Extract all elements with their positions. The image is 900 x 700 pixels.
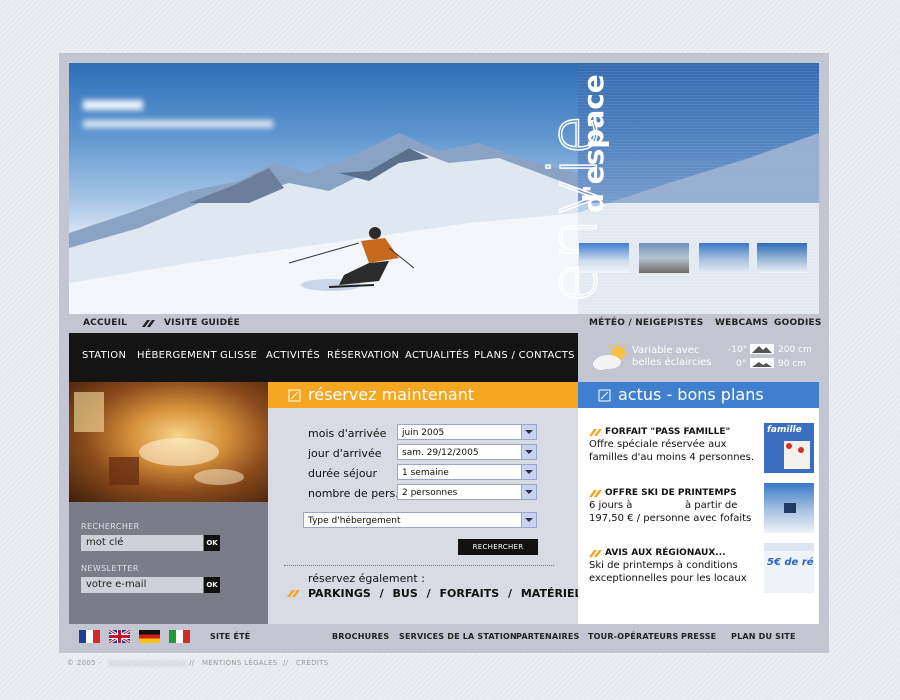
also-reserve-label: réservez également : bbox=[308, 572, 425, 585]
footer-tour-operateurs[interactable]: TOUR-OPÉRATEURS bbox=[588, 632, 678, 641]
arrow-icon bbox=[589, 550, 602, 557]
weather-widget[interactable]: Variable avec belles éclaircies -10° 0° … bbox=[578, 333, 819, 382]
temp-high: -10° bbox=[728, 345, 748, 355]
mainnav-activites[interactable]: ACTIVITÉS bbox=[266, 350, 320, 361]
temp-low: 0° bbox=[736, 359, 747, 369]
chevron-down-icon bbox=[521, 465, 536, 479]
newsletter-label: NEWSLETTER bbox=[81, 564, 139, 573]
select-mois-arrivee[interactable]: juin 2005 bbox=[397, 424, 537, 440]
hero-thumb-1[interactable] bbox=[579, 243, 629, 273]
news-title-regionaux[interactable]: AVIS AUX RÉGIONAUX... bbox=[605, 548, 726, 558]
flag-uk-icon[interactable] bbox=[109, 630, 130, 643]
mountain-high-icon bbox=[750, 344, 774, 354]
label-duree-sejour: durée séjour bbox=[308, 467, 378, 480]
reservation-header-icon bbox=[288, 389, 301, 402]
search-input[interactable]: mot clé bbox=[81, 535, 203, 551]
newsletter-ok-button[interactable]: OK bbox=[204, 577, 220, 593]
news-title-ski-printemps[interactable]: OFFRE SKI DE PRINTEMPS bbox=[605, 488, 737, 498]
mainnav-actualites[interactable]: ACTUALITÉS bbox=[405, 350, 469, 361]
mainnav-glisse[interactable]: GLISSE bbox=[220, 350, 257, 361]
nav-visite-guidee[interactable]: VISITE GUIDÉE bbox=[164, 318, 240, 328]
news-text-ski-printemps: 6 jours àà partir de 197,50 € / personne… bbox=[589, 500, 752, 524]
flag-de-icon[interactable] bbox=[139, 630, 160, 643]
label-nombre-pers: nombre de pers. bbox=[308, 487, 399, 500]
nav-goodies[interactable]: GOODIES bbox=[774, 318, 822, 328]
snow-low: 90 cm bbox=[778, 359, 807, 369]
news-text-pass-famille: Offre spéciale réservée aux familles d'a… bbox=[589, 439, 755, 463]
link-bus[interactable]: BUS bbox=[393, 587, 418, 600]
hero-slogan-panel bbox=[578, 63, 819, 314]
link-materiel[interactable]: MATÉRIEL bbox=[521, 587, 582, 600]
chevron-down-icon bbox=[521, 425, 536, 439]
arrow-icon bbox=[589, 490, 602, 497]
news-image-ski-printemps[interactable] bbox=[764, 483, 814, 533]
select-nombre-pers[interactable]: 2 personnes bbox=[397, 484, 537, 500]
chevron-down-icon bbox=[521, 445, 536, 459]
also-reserve-links: PARKINGS / BUS / FORFAITS / MATÉRIEL bbox=[308, 587, 582, 600]
mainnav-station[interactable]: STATION bbox=[82, 350, 126, 361]
label-jour-arrivee: jour d'arrivée bbox=[308, 447, 382, 460]
top-nav: ACCUEIL VISITE GUIDÉE MÉTÉO / NEIGE PIST… bbox=[69, 314, 822, 333]
arrow-icon bbox=[589, 429, 602, 436]
select-jour-arrivee[interactable]: sam. 29/12/2005 bbox=[397, 444, 537, 460]
weather-description: Variable avec belles éclaircies bbox=[632, 345, 712, 368]
chevron-down-icon bbox=[521, 485, 536, 499]
arrow-icon bbox=[287, 590, 300, 597]
link-credits[interactable]: CRÉDITS bbox=[296, 659, 328, 667]
reservation-search-button[interactable]: RECHERCHER bbox=[458, 539, 538, 555]
flag-fr-icon[interactable] bbox=[79, 630, 100, 643]
select-duree-sejour[interactable]: 1 semaine bbox=[397, 464, 537, 480]
snow-high: 200 cm bbox=[778, 345, 812, 355]
footer-site-ete[interactable]: SITE ÉTÉ bbox=[210, 632, 250, 641]
copyright: © 2005 - bbox=[67, 659, 102, 667]
mountain-low-icon bbox=[750, 358, 774, 368]
mainnav-hebergement[interactable]: HÉBERGEMENT bbox=[137, 350, 217, 361]
news-image-regionaux[interactable]: 5€ de rédu bbox=[764, 543, 814, 593]
link-forfaits[interactable]: FORFAITS bbox=[440, 587, 500, 600]
hero-banner: envie d'espace bbox=[69, 63, 819, 314]
actus-header-icon bbox=[598, 389, 611, 402]
mainnav-plans-contacts[interactable]: PLANS / CONTACTS bbox=[474, 350, 575, 361]
station-logo[interactable] bbox=[83, 100, 273, 140]
guided-tour-icon bbox=[142, 320, 155, 327]
mainnav-reservation[interactable]: RÉSERVATION bbox=[327, 350, 399, 361]
reservation-header: réservez maintenant bbox=[268, 382, 578, 408]
footer-services[interactable]: SERVICES DE LA STATION bbox=[399, 632, 517, 641]
link-mentions-legales[interactable]: MENTIONS LÉGALES bbox=[202, 659, 278, 667]
separator: // bbox=[283, 659, 289, 667]
nav-meteo-neige[interactable]: MÉTÉO / NEIGE bbox=[589, 318, 667, 328]
link-parkings[interactable]: PARKINGS bbox=[308, 587, 371, 600]
news-title-pass-famille[interactable]: FORFAIT "PASS FAMILLE" bbox=[605, 427, 730, 437]
hero-thumb-4[interactable] bbox=[757, 243, 807, 273]
weather-sun-cloud-icon bbox=[593, 342, 630, 370]
actus-header: actus - bons plans bbox=[578, 382, 819, 408]
search-ok-button[interactable]: OK bbox=[204, 535, 220, 551]
flag-it-icon[interactable] bbox=[169, 630, 190, 643]
select-type-hebergement[interactable]: Type d'hébergement bbox=[303, 512, 537, 528]
news-image-pass-famille[interactable]: famille bbox=[764, 423, 814, 473]
copyright-owner-blurred bbox=[108, 660, 186, 667]
newsletter-email-input[interactable]: votre e-mail bbox=[81, 577, 203, 593]
chalet-interior-photo bbox=[69, 382, 268, 502]
separator: // bbox=[189, 659, 195, 667]
news-text-regionaux: Ski de printemps à conditions exceptionn… bbox=[589, 560, 747, 584]
nav-accueil[interactable]: ACCUEIL bbox=[83, 318, 127, 328]
footer-partenaires[interactable]: PARTENAIRES bbox=[516, 632, 580, 641]
nav-webcams[interactable]: WEBCAMS bbox=[715, 318, 768, 328]
label-mois-arrivee: mois d'arrivée bbox=[308, 427, 387, 440]
nav-pistes[interactable]: PISTES bbox=[667, 318, 703, 328]
search-label: RECHERCHER bbox=[81, 522, 140, 531]
hero-thumb-2[interactable] bbox=[639, 243, 689, 273]
footer-bar: SITE ÉTÉ BROCHURES SERVICES DE LA STATIO… bbox=[69, 624, 819, 650]
chevron-down-icon bbox=[521, 513, 536, 527]
hero-thumb-3[interactable] bbox=[699, 243, 749, 273]
main-nav: STATION HÉBERGEMENT GLISSE ACTIVITÉS RÉS… bbox=[69, 333, 578, 382]
hero-slogan: envie d'espace bbox=[534, 74, 613, 304]
divider bbox=[284, 565, 554, 566]
footer-presse[interactable]: PRESSE bbox=[681, 632, 716, 641]
footer-brochures[interactable]: BROCHURES bbox=[332, 632, 389, 641]
footer-plan-du-site[interactable]: PLAN DU SITE bbox=[731, 632, 796, 641]
